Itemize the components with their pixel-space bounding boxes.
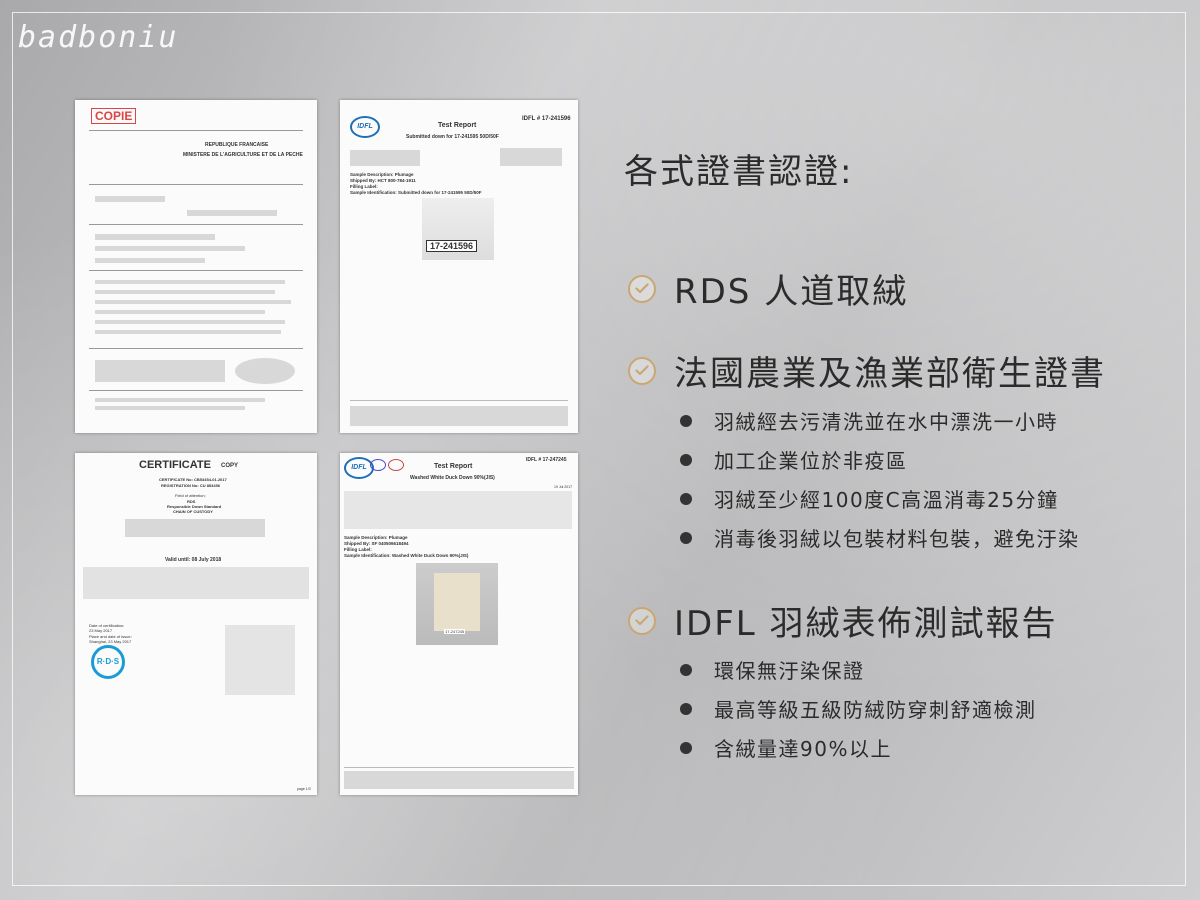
doc1-subtitle: REPUBLIQUE FRANCAISE [205,142,269,148]
bullet-dot-icon [680,702,692,715]
list-item: 羽絨經去污清洗並在水中漂洗一小時 [680,401,1080,440]
idfl-test-report-2-image: IDFL Test Report IDFL # 17-247245 Washed… [340,453,578,795]
bullet-dot-icon [680,492,692,505]
check-circle-icon [628,356,656,385]
doc2-desc-1: Sample Description: Plumage [350,172,414,177]
doc3-regno: REGISTRATION No: CU 853456 [161,483,221,488]
france-bullet-list: 羽絨經去污清洗並在水中漂洗一小時 加工企業位於非疫區 羽絨至少經100度C高溫消… [680,401,1080,557]
panel-title: 各式證書認證: [624,152,854,192]
cert-badge-icon [388,459,404,471]
bullet-dot-icon [680,453,692,466]
idfl-logo-icon: IDFL [344,457,374,479]
list-item: 消毒後羽絨以包裝材料包裝，避免汙染 [680,518,1080,557]
list-item: 最高等級五級防絨防穿刺舒適檢測 [680,689,1037,728]
doc3-chain: CHAIN OF CUSTODY [173,509,213,514]
section-rds-label: RDS 人道取絨 [674,272,909,312]
section-france: 法國農業及漁業部衛生證書 [628,346,1106,395]
brand-watermark: badboniu [18,20,179,55]
doc3-copy: COPY [221,463,239,469]
doc4-report-id: IDFL # 17-247245 [526,457,567,463]
section-rds: RDS 人道取絨 [628,264,908,313]
doc2-report-id: IDFL # 17-241596 [522,116,571,122]
section-france-label: 法國農業及漁業部衛生證書 [674,354,1106,394]
doc4-desc-4: Sample Identification: Washed White Duck… [344,553,469,558]
section-idfl: IDFL 羽絨表佈測試報告 [628,596,1058,645]
doc4-sample-label: 17-247245 [444,629,466,634]
doc2-sample-label: 17-241596 [426,240,478,252]
idfl-bullet-list: 環保無汙染保證 最高等級五級防絨防穿刺舒適檢測 含絨量達90%以上 [680,650,1037,767]
doc4-product: Washed White Duck Down 90%(JIS) [410,475,495,481]
doc2-desc-3: Filling Label: [350,184,378,189]
check-circle-icon [628,606,656,635]
rds-logo-icon: R·D·S [91,645,125,679]
doc2-submitted: Submitted down for 17-241595 50D/50F [406,134,499,140]
doc3-placev: Shanghai, 23 May 2017 [89,639,132,644]
doc2-report-title: Test Report [438,122,477,129]
doc2-desc-4: Sample Identification: Submitted down fo… [350,190,482,195]
cert-badge-icon [370,459,386,471]
check-circle-icon [628,274,656,303]
section-idfl-label: IDFL 羽絨表佈測試報告 [674,604,1058,644]
doc3-valid: Valid until: 08 July 2018 [165,557,222,563]
idfl-test-report-1-image: IDFL Test Report IDFL # 17-241596 Submit… [340,100,578,433]
doc4-report-title: Test Report [434,463,473,470]
doc3-page: page 1/3 [297,787,311,791]
doc2-desc-2: Shipped By: HCT 800-784-1911 [350,178,416,183]
french-health-certificate-image: COPIE REPUBLIQUE FRANCAISE MINISTERE DE … [75,100,317,433]
doc3-date1v: 23 May 2017 [89,628,113,633]
bullet-dot-icon [680,414,692,427]
doc1-heading: MINISTERE DE L'AGRICULTURE ET DE LA PECH… [183,152,303,158]
doc4-desc-1: Sample Description: Plumage [344,535,408,540]
bullet-dot-icon [680,531,692,544]
doc4-desc-2: Shipped By: SF 040506618494 [344,541,409,546]
doc4-desc-3: Filling Label: [344,547,372,552]
list-item: 環保無汙染保證 [680,650,1037,689]
list-item: 含絨量達90%以上 [680,728,1037,767]
rds-certificate-image: CERTIFICATE COPY CERTIFICATE No: CB53454… [75,453,317,795]
doc3-certno: CERTIFICATE No: CB53454-01.2017 [159,477,227,482]
doc4-date: 19 Jul 2017 [554,485,573,489]
doc3-field: Field of attention: [175,493,206,498]
list-item: 加工企業位於非疫區 [680,440,1080,479]
copie-stamp: COPIE [91,108,137,124]
doc3-title: CERTIFICATE [139,459,211,471]
list-item: 羽絨至少經100度C高溫消毒25分鐘 [680,479,1080,518]
idfl-logo-icon: IDFL [350,116,380,138]
bullet-dot-icon [680,663,692,676]
bullet-dot-icon [680,741,692,754]
